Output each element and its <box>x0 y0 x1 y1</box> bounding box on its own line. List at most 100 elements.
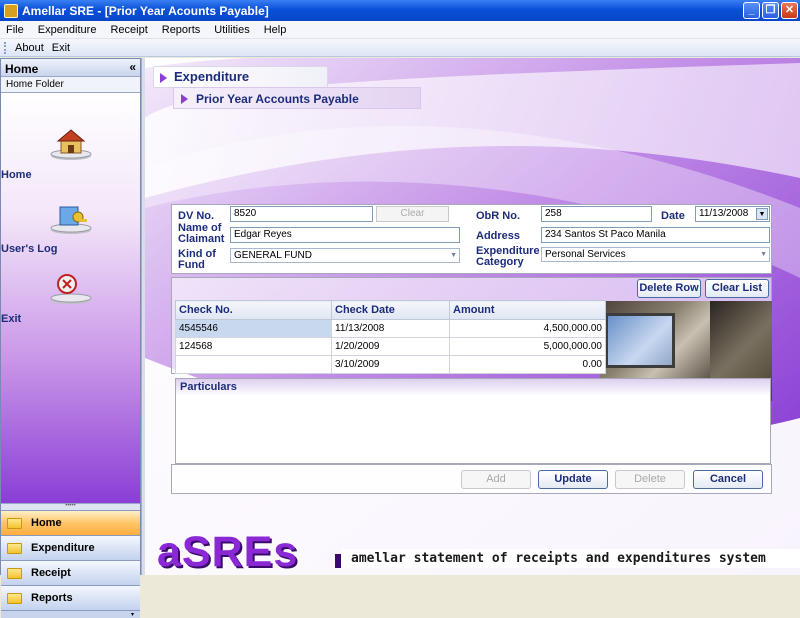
folder-icon <box>7 517 22 529</box>
menu-help[interactable]: Help <box>264 24 287 36</box>
cancel-button[interactable]: Cancel <box>693 470 763 489</box>
table-row[interactable]: 3/10/2009 0.00 <box>175 355 606 374</box>
update-button[interactable]: Update <box>538 470 608 489</box>
menu-reports[interactable]: Reports <box>162 24 201 36</box>
nav-home-label: Home <box>31 517 62 529</box>
sidebar-splitter[interactable]: ••••• <box>1 503 140 510</box>
sidebar-title: Home <box>5 62 39 76</box>
toolbar-grip[interactable] <box>4 41 7 54</box>
add-button[interactable]: Add <box>461 470 531 489</box>
cell-check-no[interactable]: 4545546 <box>175 319 332 338</box>
fund-label: Kind of Fund <box>178 248 216 271</box>
nav-receipt-label: Receipt <box>31 567 71 579</box>
background-monitor-image <box>605 313 675 368</box>
folder-icon <box>7 542 22 554</box>
delete-row-button[interactable]: Delete Row <box>637 279 701 298</box>
toolbar-exit[interactable]: Exit <box>52 42 70 54</box>
category-value: Personal Services <box>545 249 626 260</box>
menu-file[interactable]: File <box>6 24 24 36</box>
table-row[interactable]: 124568 1/20/2009 5,000,000.00 <box>175 337 606 356</box>
nav-reports-label: Reports <box>31 592 73 604</box>
dv-no-field[interactable]: 8520 <box>230 206 373 222</box>
cell-amount[interactable]: 0.00 <box>449 355 606 374</box>
folder-icon <box>7 592 22 604</box>
close-icon[interactable]: ✕ <box>781 2 798 19</box>
date-value: 11/13/2008 <box>699 208 749 219</box>
clear-button[interactable]: Clear <box>376 206 449 222</box>
app-tagline: amellar statement of receipts and expend… <box>341 549 800 568</box>
category-label: Expenditure Category <box>476 245 540 268</box>
chevron-down-icon: ▼ <box>760 251 767 258</box>
check-table: Check No. Check Date Amount 4545546 11/1… <box>175 300 606 374</box>
house-icon <box>50 129 91 160</box>
header-arrow-icon <box>160 73 167 83</box>
fund-dropdown[interactable]: GENERAL FUND ▼ <box>230 248 460 263</box>
menu-utilities[interactable]: Utilities <box>214 24 249 36</box>
sidebar-header: Home « <box>1 59 140 77</box>
address-label: Address <box>476 230 521 242</box>
asres-logo: aSREs <box>157 528 299 575</box>
shortcut-exit[interactable]: Exit <box>1 271 140 325</box>
title-bar: Amellar SRE - [Prior Year Acounts Payabl… <box>0 0 800 21</box>
nav-expenditure[interactable]: Expenditure <box>1 535 140 560</box>
subheader-arrow-icon <box>181 94 188 104</box>
clear-list-button[interactable]: Clear List <box>705 279 769 298</box>
window-controls: _ ❐ ✕ <box>743 2 798 19</box>
cell-amount[interactable]: 4,500,000.00 <box>449 319 606 338</box>
nav-reports[interactable]: Reports <box>1 585 140 610</box>
cell-check-no[interactable]: 124568 <box>175 337 332 356</box>
collapse-icon[interactable]: « <box>129 60 136 74</box>
user-log-icon <box>50 206 91 234</box>
subsection-title: Prior Year Accounts Payable <box>196 92 359 106</box>
shortcut-exit-label: Exit <box>1 313 22 325</box>
section-header: Expenditure <box>153 66 328 88</box>
restore-icon[interactable]: ❐ <box>762 2 779 19</box>
nav-home[interactable]: Home <box>1 510 140 535</box>
menu-receipt[interactable]: Receipt <box>110 24 147 36</box>
chevron-down-icon: ▼ <box>450 252 457 259</box>
cell-check-date[interactable]: 11/13/2008 <box>331 319 450 338</box>
column-header-amount[interactable]: Amount <box>449 300 606 320</box>
column-header-check-no[interactable]: Check No. <box>175 300 332 320</box>
cell-amount[interactable]: 5,000,000.00 <box>449 337 606 356</box>
category-dropdown[interactable]: Personal Services ▼ <box>541 247 770 262</box>
menu-bar: File Expenditure Receipt Reports Utiliti… <box>0 21 800 39</box>
window-title: Amellar SRE - [Prior Year Acounts Payabl… <box>22 3 269 18</box>
nav-expenditure-label: Expenditure <box>31 542 95 554</box>
calendar-dropdown-icon[interactable]: ▼ <box>756 208 768 220</box>
shortcut-users-log[interactable]: User's Log <box>1 201 140 255</box>
cell-check-date[interactable]: 1/20/2009 <box>331 337 450 356</box>
sidebar: Home « Home Folder Home User's Log Exit … <box>0 58 141 618</box>
date-picker[interactable]: 11/13/2008 ▼ <box>695 206 770 222</box>
claimant-field[interactable]: Edgar Reyes <box>230 227 460 243</box>
sidebar-subheader: Home Folder <box>1 77 140 93</box>
folder-icon <box>7 567 22 579</box>
particulars-textarea[interactable] <box>176 396 770 463</box>
particulars-label: Particulars <box>176 379 770 396</box>
address-field[interactable]: 234 Santos St Paco Manila <box>541 227 770 243</box>
particulars-panel: Particulars <box>175 378 771 464</box>
shortcut-home[interactable]: Home <box>1 127 140 181</box>
menu-expenditure[interactable]: Expenditure <box>38 24 97 36</box>
cell-check-date[interactable]: 3/10/2009 <box>331 355 450 374</box>
claimant-label: Name of Claimant <box>178 222 225 245</box>
main-panel: Expenditure Prior Year Accounts Payable … <box>145 58 800 575</box>
toolbar-about[interactable]: About <box>15 42 44 54</box>
nav-overflow-icon[interactable]: ▾ <box>1 610 140 618</box>
section-title: Expenditure <box>174 69 250 84</box>
app-icon <box>4 3 18 18</box>
nav-receipt[interactable]: Receipt <box>1 560 140 585</box>
shortcut-home-label: Home <box>1 169 32 181</box>
delete-button[interactable]: Delete <box>615 470 685 489</box>
column-header-check-date[interactable]: Check Date <box>331 300 450 320</box>
table-row[interactable]: 4545546 11/13/2008 4,500,000.00 <box>175 319 606 338</box>
sidebar-shortcuts: Home User's Log Exit <box>1 93 140 503</box>
minimize-icon[interactable]: _ <box>743 2 760 19</box>
fund-value: GENERAL FUND <box>234 250 312 261</box>
cell-check-no[interactable] <box>175 355 332 374</box>
shortcut-users-log-label: User's Log <box>1 243 58 255</box>
toolbar: About Exit <box>0 39 800 57</box>
obr-no-label: ObR No. <box>476 210 520 222</box>
subsection-header: Prior Year Accounts Payable <box>173 87 421 109</box>
obr-no-field[interactable]: 258 <box>541 206 652 222</box>
